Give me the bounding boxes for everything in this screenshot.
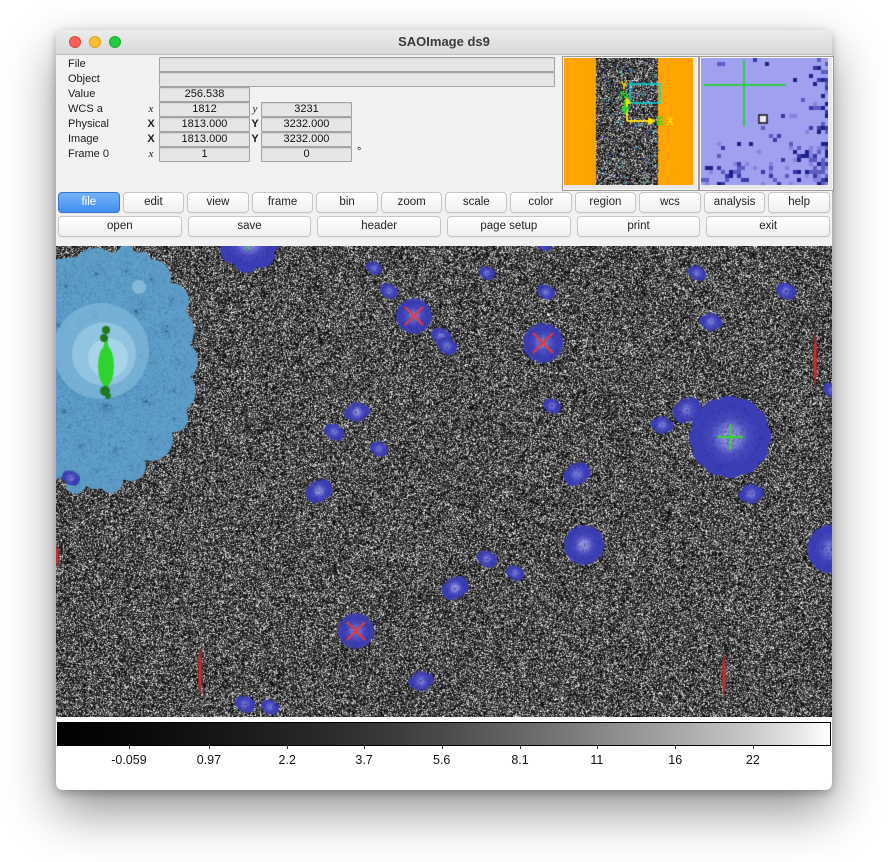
image-x-coord-label: X [146,133,156,145]
wcs-y-coord-label: y [250,103,260,115]
save-button[interactable]: save [188,216,312,237]
colorbar-tick-label: 16 [668,753,682,767]
menu-wcs-button[interactable]: wcs [639,192,701,213]
object-label: Object [68,73,100,85]
wcs-x-field[interactable]: 1812 [159,102,250,117]
image-x-field[interactable]: 1813.000 [159,132,250,147]
colorbar-tick [364,745,365,749]
file-menu-bar: open saveheader page setup printexit [58,216,830,237]
colorbar-tick [129,745,130,749]
panner-frame [562,56,699,191]
menu-view-button[interactable]: view [187,192,249,213]
image-canvas[interactable] [56,246,832,717]
ds9-window: SAOImage ds9 File Object Value 256.538 W… [56,30,832,790]
frame-x-coord-label: x [146,148,156,160]
panner-canvas[interactable] [564,58,693,185]
menu-color-button[interactable]: color [510,192,572,213]
window-title: SAOImage ds9 [56,34,832,49]
object-field[interactable] [159,72,555,87]
colorbar-tick-label: 2.2 [279,753,296,767]
colorbar-tick-label: 0.97 [197,753,221,767]
menu-bin-button[interactable]: bin [316,192,378,213]
colorbar-tick [209,745,210,749]
colorbar-tick-label: -0.059 [111,753,146,767]
physical-label: Physical [68,118,109,130]
menu-frame-button[interactable]: frame [252,192,314,213]
header-button[interactable]: header [317,216,441,237]
magnifier-frame [699,56,834,191]
exit-button[interactable]: exit [706,216,830,237]
frame-rotate-field[interactable]: 0 [261,147,352,162]
menu-scale-button[interactable]: scale [445,192,507,213]
image-y-coord-label: Y [250,133,260,145]
menu-bar: fileeditviewframebinzoomscalecolorregion… [58,192,830,213]
physical-x-coord-label: X [146,118,156,130]
menu-region-button[interactable]: region [575,192,637,213]
menu-zoom-button[interactable]: zoom [381,192,443,213]
frame-label: Frame 0 [68,148,109,160]
file-field[interactable] [159,57,555,72]
physical-y-field[interactable]: 3232.000 [261,117,352,132]
physical-y-coord-label: Y [250,118,260,130]
colorbar-tick [597,745,598,749]
desktop: SAOImage ds9 File Object Value 256.538 W… [0,0,889,862]
colorbar-tick-label: 11 [590,753,603,767]
wcs-label: WCS a [68,103,103,115]
wcs-x-coord-label: x [146,103,156,115]
colorbar-tick [442,745,443,749]
colorbar-tick-label: 3.7 [355,753,372,767]
open-button[interactable]: open [58,216,182,237]
titlebar[interactable]: SAOImage ds9 [56,30,832,55]
value-field[interactable]: 256.538 [159,87,250,102]
frame-zoom-field[interactable]: 1 [159,147,250,162]
colorbar-tick [287,745,288,749]
colorbar-section: -0.059 0.97 2.2 3.7 5.6 8.1 11 16 22 [56,717,832,790]
magnifier-canvas [701,58,828,185]
image-label: Image [68,133,99,145]
menu-edit-button[interactable]: edit [123,192,185,213]
colorbar-tick [520,745,521,749]
print-button[interactable]: print [577,216,701,237]
colorbar[interactable] [57,722,831,746]
file-label: File [68,58,86,70]
colorbar-tick [753,745,754,749]
menu-analysis-button[interactable]: analysis [704,192,766,213]
colorbar-tick-label: 5.6 [433,753,450,767]
menu-file-button[interactable]: file [58,192,120,213]
colorbar-tick-label: 8.1 [511,753,528,767]
colorbar-tick [675,745,676,749]
degree-symbol: ° [357,146,361,158]
page-setup-button[interactable]: page setup [447,216,571,237]
physical-x-field[interactable]: 1813.000 [159,117,250,132]
wcs-y-field[interactable]: 3231 [261,102,352,117]
menu-help-button[interactable]: help [768,192,830,213]
image-y-field[interactable]: 3232.000 [261,132,352,147]
value-label: Value [68,88,95,100]
colorbar-tick-label: 22 [746,753,760,767]
